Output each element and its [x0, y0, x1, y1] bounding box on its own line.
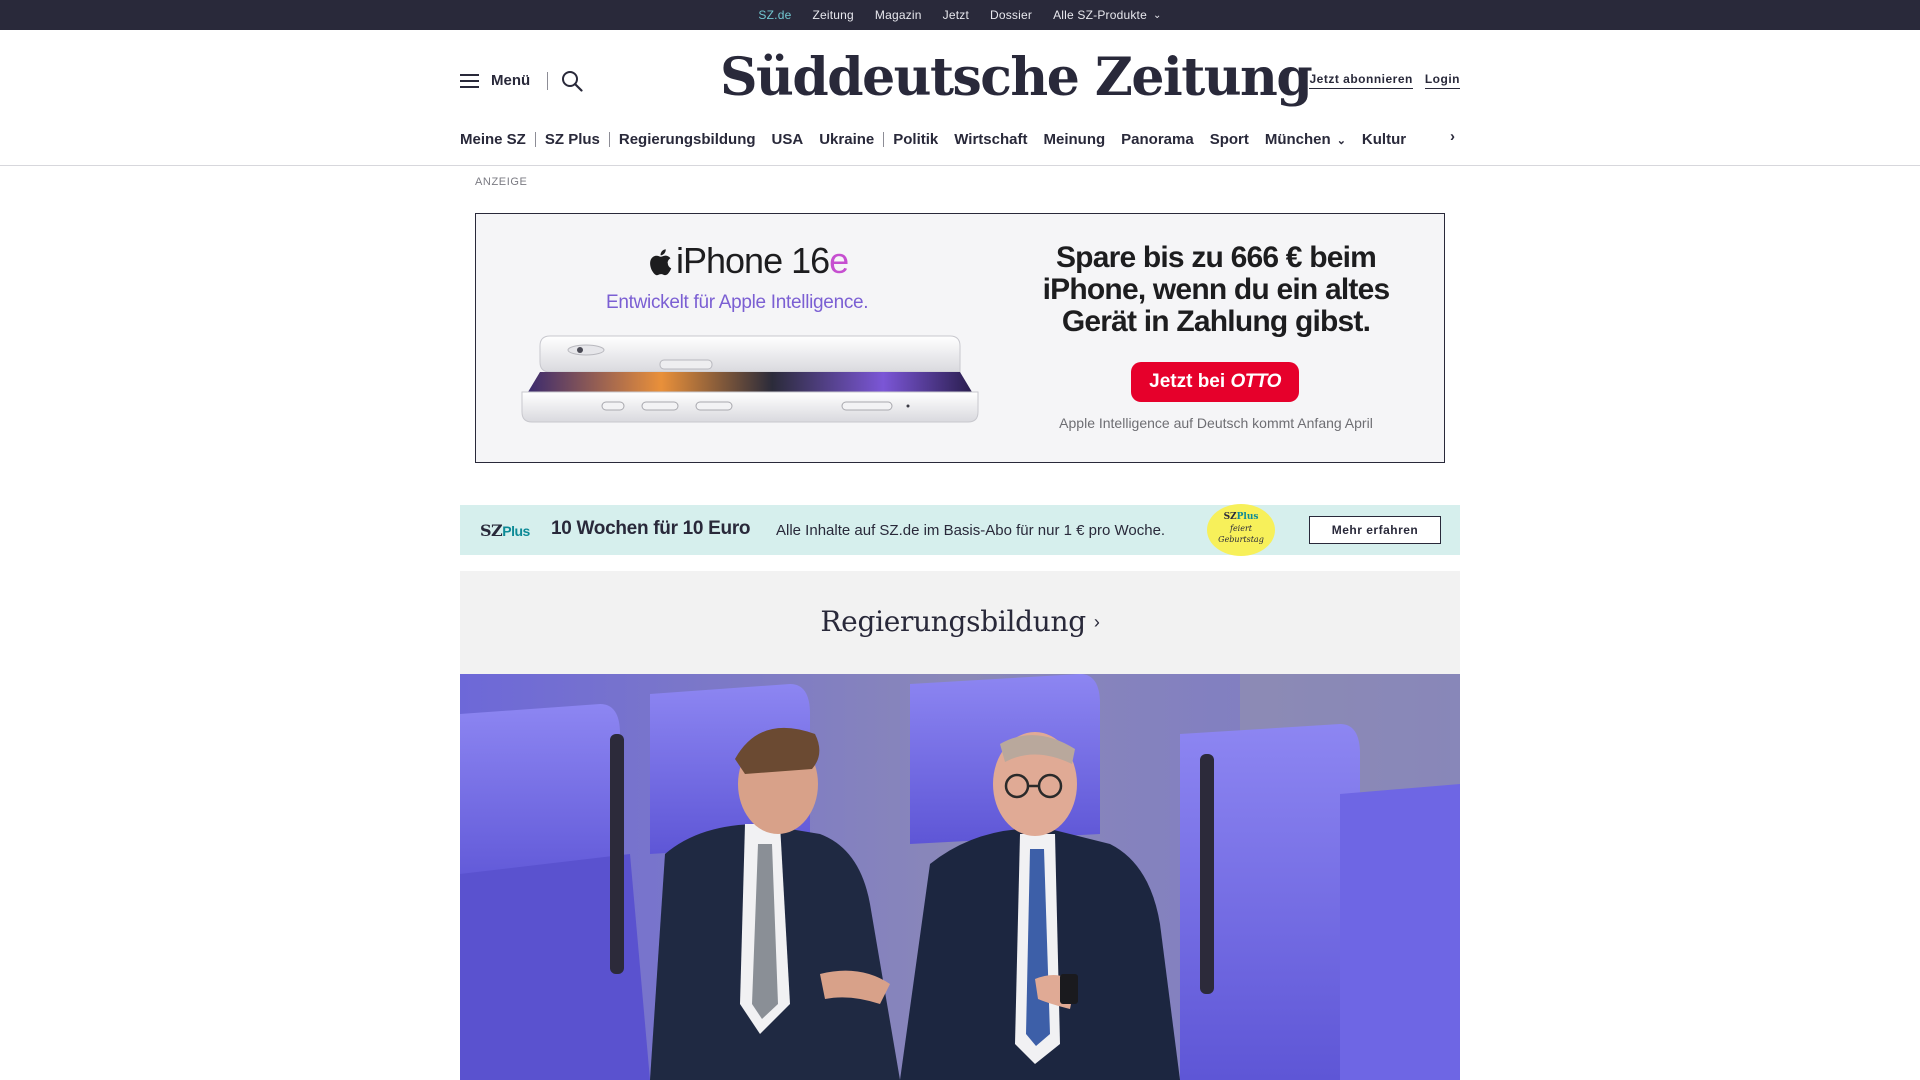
section-nav: Meine SZ SZ Plus Regierungsbildung USA U…	[460, 128, 1422, 150]
product-bar: SZ.de Zeitung Magazin Jetzt Dossier Alle…	[0, 0, 1920, 35]
section-link-sz-plus[interactable]: SZ Plus	[545, 131, 600, 148]
section-link-politik[interactable]: Politik	[893, 131, 938, 148]
section-divider	[883, 131, 885, 147]
sz-plus-promo: SZPlus 10 Wochen für 10 Euro Alle Inhalt…	[460, 504, 1460, 556]
chevron-right-icon: ›	[1093, 612, 1100, 632]
section-link-sport[interactable]: Sport	[1210, 131, 1249, 148]
product-nav: SZ.de Zeitung Magazin Jetzt Dossier Alle…	[0, 0, 1920, 35]
sz-plus-logo-plus: Plus	[502, 523, 530, 539]
section-link-muenchen[interactable]: München ⌄	[1265, 131, 1346, 148]
mehr-erfahren-button[interactable]: Mehr erfahren	[1309, 516, 1441, 544]
promo-text: Alle Inhalte auf SZ.de im Basis-Abo für …	[776, 522, 1166, 539]
ad-cta-button[interactable]: Jetzt bei OTTO	[1131, 362, 1299, 402]
topic-title: Regierungsbildung	[820, 605, 1086, 638]
badge-plus: Plus	[1236, 512, 1259, 522]
section-link-kultur[interactable]: Kultur	[1362, 131, 1406, 148]
section-link-usa[interactable]: USA	[772, 131, 804, 148]
sz-plus-logo-sz: SZ	[480, 521, 503, 540]
site-logo[interactable]: Süddeutsche Zeitung	[720, 44, 1313, 112]
product-link-alle-produkte[interactable]: Alle SZ-Produkte ⌄	[1053, 8, 1162, 22]
hamburger-icon	[460, 73, 479, 88]
ad-cta-prefix: Jetzt bei	[1149, 371, 1226, 392]
section-link-ukraine[interactable]: Ukraine	[819, 131, 874, 148]
search-icon[interactable]	[561, 70, 583, 92]
header-divider	[547, 72, 548, 90]
birthday-badge: SZPlus feiert Geburtstag	[1207, 504, 1275, 556]
product-link-alle-produkte-label: Alle SZ-Produkte	[1053, 8, 1147, 22]
product-link-szde[interactable]: SZ.de	[758, 8, 791, 35]
section-link-meine-sz[interactable]: Meine SZ	[460, 131, 526, 148]
login-link[interactable]: Login	[1424, 72, 1460, 89]
section-divider	[608, 131, 610, 147]
badge-line-1: feiert	[1229, 524, 1253, 533]
product-link-jetzt[interactable]: Jetzt	[943, 8, 969, 22]
menu-button[interactable]: Menü	[460, 72, 530, 89]
account-actions: Jetzt abonnieren Login	[1309, 72, 1460, 89]
otto-logo: OTTO	[1230, 371, 1281, 392]
topic-title-link[interactable]: Regierungsbildung ›	[460, 605, 1460, 638]
chevron-right-icon[interactable]: ›	[1450, 128, 1455, 145]
lead-article-photo[interactable]	[460, 674, 1460, 1080]
site-header: Menü Süddeutsche Zeitung Jetzt abonniere…	[0, 30, 1920, 166]
ad-headline: Spare bis zu 666 € beim iPhone, wenn du …	[1042, 241, 1391, 338]
section-link-regierungsbildung[interactable]: Regierungsbildung	[619, 131, 756, 148]
sz-plus-logo: SZPlus	[480, 521, 530, 540]
section-divider	[534, 131, 536, 147]
iphone-image	[521, 335, 979, 423]
ad-product-suffix: e	[829, 240, 849, 281]
product-link-magazin[interactable]: Magazin	[875, 8, 922, 22]
ad-product-name: iPhone 16	[676, 240, 830, 281]
promo-title: 10 Wochen für 10 Euro	[551, 518, 751, 539]
badge-sz: SZ	[1223, 512, 1237, 522]
section-link-meinung[interactable]: Meinung	[1043, 131, 1105, 148]
section-link-wirtschaft[interactable]: Wirtschaft	[954, 131, 1027, 148]
badge-line-2: Geburtstag	[1218, 535, 1264, 544]
chevron-down-icon: ⌄	[1152, 10, 1162, 21]
ad-banner[interactable]: iPhone 16e Entwickelt für Apple Intellig…	[475, 213, 1445, 463]
apple-logo-icon	[650, 249, 672, 276]
ad-footnote: Apple Intelligence auf Deutsch kommt Anf…	[1059, 415, 1373, 431]
product-link-zeitung[interactable]: Zeitung	[812, 8, 853, 22]
ad-label: ANZEIGE	[475, 176, 528, 188]
ad-product-tagline: Entwickelt für Apple Intelligence.	[606, 292, 869, 313]
section-link-muenchen-label: München	[1264, 130, 1331, 148]
section-link-panorama[interactable]: Panorama	[1121, 131, 1194, 148]
topic-header: Regierungsbildung ›	[460, 571, 1460, 674]
product-link-dossier[interactable]: Dossier	[990, 8, 1032, 22]
menu-label: Menü	[491, 72, 531, 89]
chevron-down-icon: ⌄	[1336, 134, 1346, 147]
subscribe-link[interactable]: Jetzt abonnieren	[1309, 72, 1413, 89]
ad-product-title: iPhone 16e	[648, 240, 849, 282]
